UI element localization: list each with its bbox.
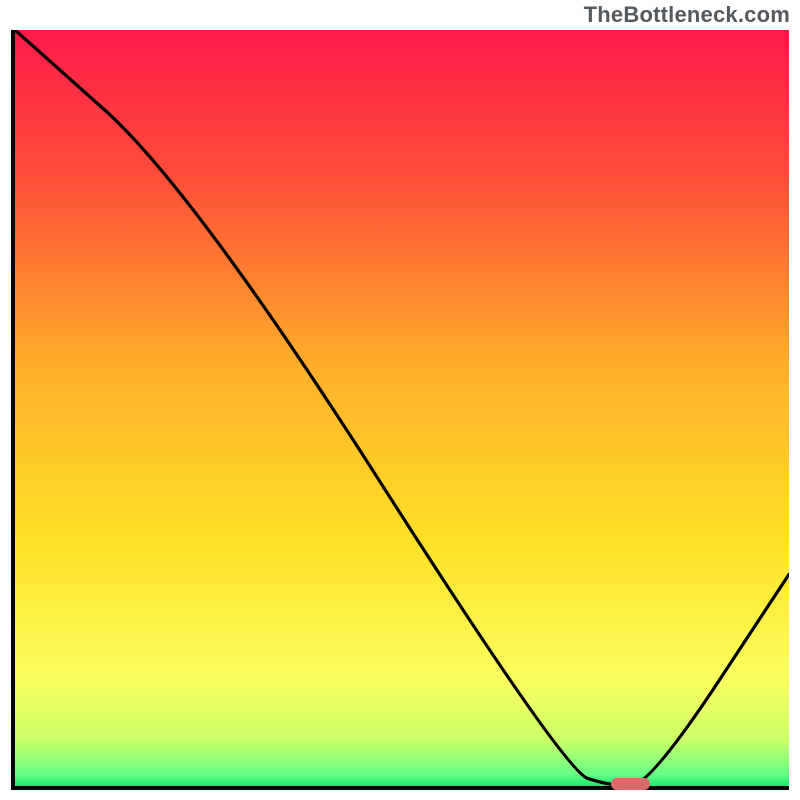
optimal-range-marker [611,778,650,790]
chart-frame: TheBottleneck.com [0,0,800,800]
chart-plot-area [15,30,789,786]
watermark-label: TheBottleneck.com [584,2,790,28]
chart-background [15,30,789,786]
